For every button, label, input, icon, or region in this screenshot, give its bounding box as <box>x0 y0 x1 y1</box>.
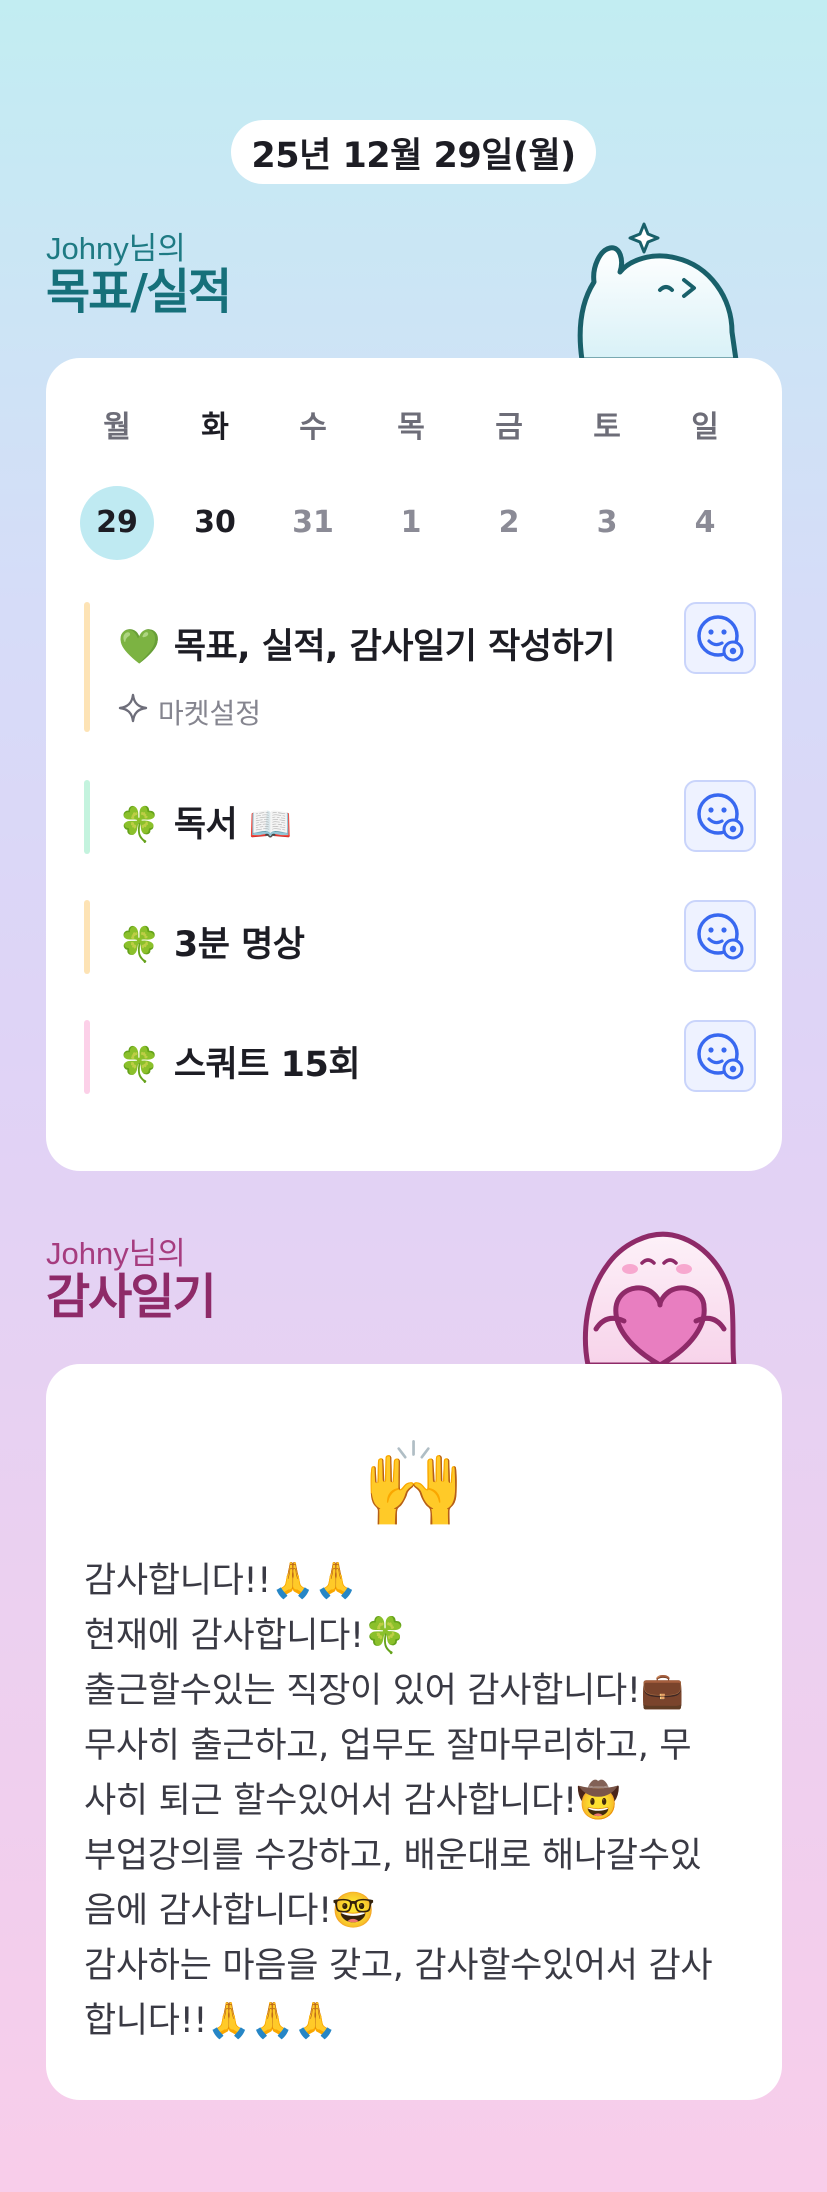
day-sat[interactable]: 토 3 <box>570 408 644 560</box>
day-date: 31 <box>292 505 334 540</box>
week-strip: 월 29 화 30 수 31 목 1 금 2 토 3 일 4 <box>80 408 766 560</box>
goal-sub-label: 마켓설정 <box>158 697 262 730</box>
green-heart-icon: 💚 <box>118 627 160 667</box>
sparkle-icon <box>118 693 148 731</box>
goal-sub-row[interactable]: 마켓설정 <box>118 692 261 732</box>
day-date-selected: 29 <box>80 486 154 560</box>
goal-item[interactable]: 🍀 독서 📖 <box>84 780 756 854</box>
goal-title: 💚 목표, 실적, 감사일기 작성하기 <box>118 618 615 669</box>
cheering-mascot-icon <box>577 222 739 360</box>
clover-icon: 🍀 <box>118 1045 160 1085</box>
day-name: 금 <box>495 410 523 445</box>
smile-face-add-icon <box>697 913 744 960</box>
goal-color-bar <box>84 900 90 974</box>
clover-icon: 🍀 <box>118 925 160 965</box>
goal-color-bar <box>84 602 90 732</box>
day-thu[interactable]: 목 1 <box>374 408 448 560</box>
thanks-title: 감사일기 <box>46 1269 217 1325</box>
day-date: 1 <box>400 505 422 540</box>
day-wed[interactable]: 수 31 <box>276 408 350 560</box>
thanks-line: 무사히 출근하고, 업무도 잘마무리하고, 무 <box>84 1726 692 1766</box>
day-name: 일 <box>691 410 719 445</box>
add-reaction-button[interactable] <box>684 602 756 674</box>
thanks-line: 감사합니다!!🙏🙏 <box>84 1561 358 1601</box>
goal-color-bar <box>84 780 90 854</box>
thanks-journal-text: 감사합니다!!🙏🙏 현재에 감사합니다!🍀 출근할수있는 직장이 있어 감사합니… <box>84 1554 754 2049</box>
thanks-line: 감사하는 마음을 갖고, 감사할수있어서 감사 <box>84 1946 713 1986</box>
thanks-line: 합니다!!🙏🙏🙏 <box>84 2001 337 2041</box>
thanks-card: 🙌 감사합니다!!🙏🙏 현재에 감사합니다!🍀 출근할수있는 직장이 있어 감사… <box>46 1364 782 2100</box>
day-sun[interactable]: 일 4 <box>668 408 742 560</box>
raising-hands-icon: 🙌 <box>361 1435 467 1533</box>
day-tue[interactable]: 화 30 <box>178 408 252 560</box>
goals-card: 월 29 화 30 수 31 목 1 금 2 토 3 일 4 💚 목표, 실적,… <box>46 358 782 1171</box>
thanks-line: 사히 퇴근 할수있어서 감사합니다!🤠 <box>84 1781 621 1821</box>
goal-title: 🍀 독서 📖 <box>118 796 293 847</box>
day-name: 월 <box>103 410 131 445</box>
goals-owner-label: Johny님의 <box>46 231 186 266</box>
goal-title: 🍀 3분 명상 <box>118 916 305 967</box>
add-reaction-button[interactable] <box>684 1020 756 1092</box>
goal-item[interactable]: 💚 목표, 실적, 감사일기 작성하기 마켓설정 <box>84 602 756 732</box>
goal-title-text: 목표, 실적, 감사일기 작성하기 <box>173 627 616 667</box>
day-name: 화 <box>201 410 229 445</box>
smile-face-add-icon <box>697 1033 744 1080</box>
day-name: 토 <box>593 410 621 445</box>
goal-title: 🍀 스쿼트 15회 <box>118 1036 361 1087</box>
goal-item[interactable]: 🍀 3분 명상 <box>84 900 756 974</box>
date-label: 25년 12월 29일(월) <box>251 135 576 176</box>
day-name: 수 <box>299 410 327 445</box>
clover-icon: 🍀 <box>118 805 160 845</box>
smile-face-add-icon <box>697 793 744 840</box>
thanks-section-header: Johny님의 감사일기 <box>46 1236 217 1325</box>
goals-title: 목표/실적 <box>46 264 232 320</box>
goal-color-bar <box>84 1020 90 1094</box>
heart-mascot-icon <box>582 1231 737 1365</box>
add-reaction-button[interactable] <box>684 900 756 972</box>
day-date: 2 <box>498 505 520 540</box>
goals-section-header: Johny님의 목표/실적 <box>46 231 232 320</box>
day-date: 30 <box>194 505 236 540</box>
thanks-line: 현재에 감사합니다!🍀 <box>84 1616 408 1656</box>
goal-title-text: 독서 📖 <box>173 805 293 845</box>
goal-title-text: 스쿼트 15회 <box>173 1045 361 1085</box>
day-name: 목 <box>397 410 425 445</box>
date-pill[interactable]: 25년 12월 29일(월) <box>231 120 596 184</box>
day-date: 4 <box>694 505 716 540</box>
day-mon[interactable]: 월 29 <box>80 408 154 560</box>
day-fri[interactable]: 금 2 <box>472 408 546 560</box>
goal-title-text: 3분 명상 <box>173 925 305 965</box>
thanks-owner-label: Johny님의 <box>46 1236 186 1271</box>
goal-item[interactable]: 🍀 스쿼트 15회 <box>84 1020 756 1094</box>
smile-face-add-icon <box>697 615 744 662</box>
thanks-line: 출근할수있는 직장이 있어 감사합니다!💼 <box>84 1671 684 1711</box>
thanks-line: 음에 감사합니다!🤓 <box>84 1891 376 1931</box>
day-date: 3 <box>596 505 618 540</box>
thanks-line: 부업강의를 수강하고, 배운대로 해나갈수있 <box>84 1836 702 1876</box>
add-reaction-button[interactable] <box>684 780 756 852</box>
